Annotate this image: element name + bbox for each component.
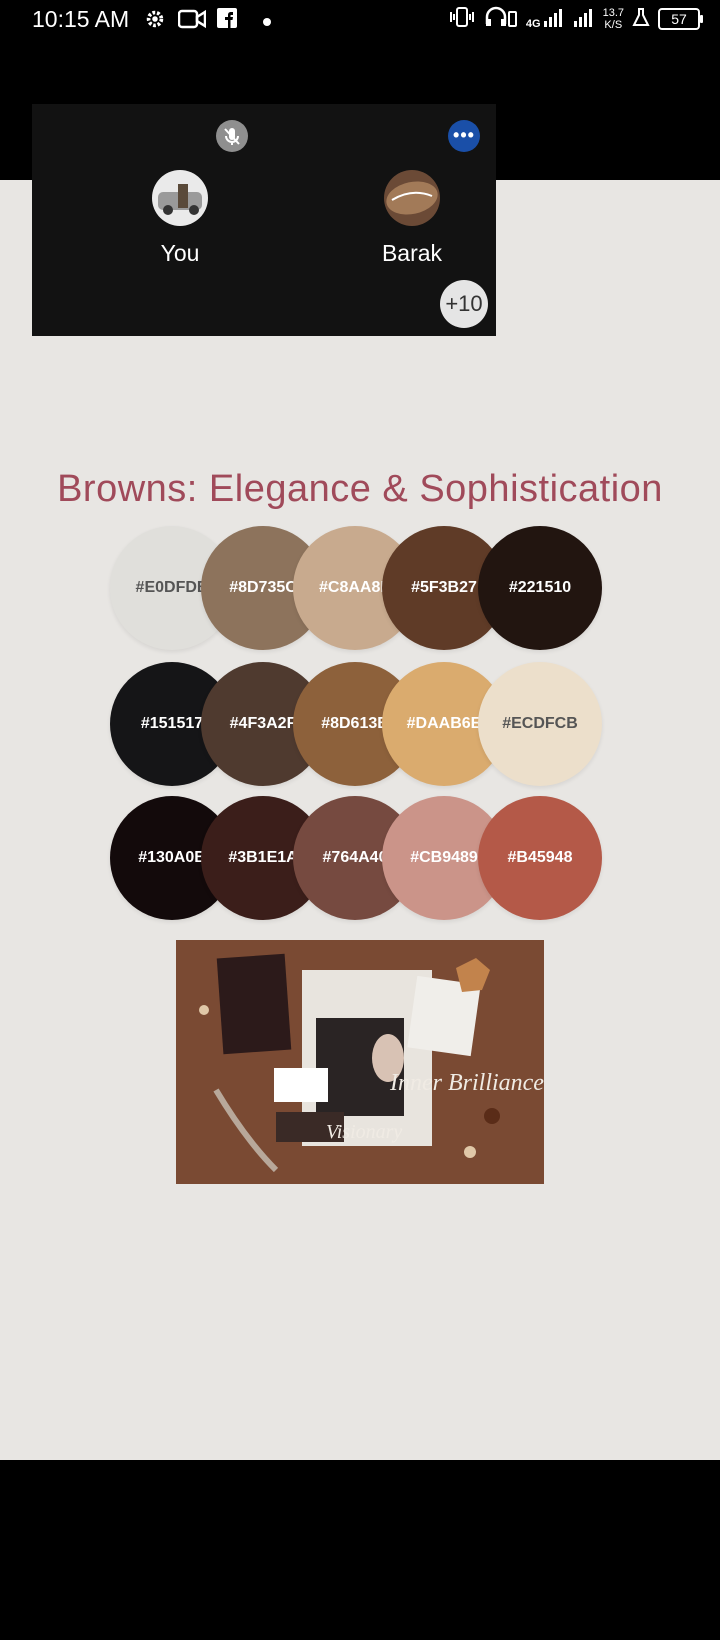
participant-tile-barak[interactable]: Barak [332, 170, 492, 267]
moodboard-text: Inner Brilliance [389, 1070, 544, 1096]
battery-icon: 57 [658, 7, 703, 30]
avatar [384, 170, 440, 226]
gear-icon [144, 8, 166, 35]
swatch-row: #151517 #4F3A2F #8D613B #DAAB6E #ECDFCB [110, 662, 610, 786]
network-speed: 13.7 K/S [602, 6, 624, 31]
vibrate-icon [448, 6, 476, 31]
color-swatch: #B45948 [478, 796, 602, 920]
network-type: 4G [525, 18, 541, 30]
flask-icon [632, 7, 650, 30]
status-bar: 10:15 AM 4G 13.7 K/S 57 [0, 0, 720, 40]
more-options-button[interactable]: ••• [448, 120, 480, 152]
signal-icon [573, 7, 595, 30]
more-participants-badge[interactable]: +10 [440, 280, 488, 328]
mic-off-icon [216, 120, 248, 152]
swatch-row: #E0DFDB #8D735C #C8AA8E #5F3B27 #221510 [110, 526, 610, 650]
slide-title: Browns: Elegance & Sophistication [57, 468, 663, 510]
avatar [152, 170, 208, 226]
shared-slide: Browns: Elegance & Sophistication #E0DFD… [0, 180, 720, 1460]
dot-icon [262, 14, 272, 32]
participant-name: You [160, 240, 200, 266]
color-swatch: #ECDFCB [478, 662, 602, 786]
headphones-icon [484, 6, 518, 31]
participant-name: Barak [381, 240, 443, 266]
swatch-row: #130A0B #3B1E1A #764A40 #CB9489 #B45948 [110, 796, 610, 920]
status-right-group: 4G 13.7 K/S 57 [448, 6, 703, 31]
video-camera-icon [177, 8, 207, 35]
status-time: 10:15 AM [32, 6, 130, 32]
call-participants-panel: ••• You Barak +10 [32, 104, 496, 336]
moodboard-text: Visionary [326, 1121, 402, 1143]
color-swatch: #221510 [478, 526, 602, 650]
moodboard-image: Inner Brilliance Visionary [176, 940, 544, 1184]
facebook-icon [217, 8, 237, 33]
participant-tile-you[interactable]: You [100, 170, 260, 267]
signal-icon [543, 7, 565, 30]
